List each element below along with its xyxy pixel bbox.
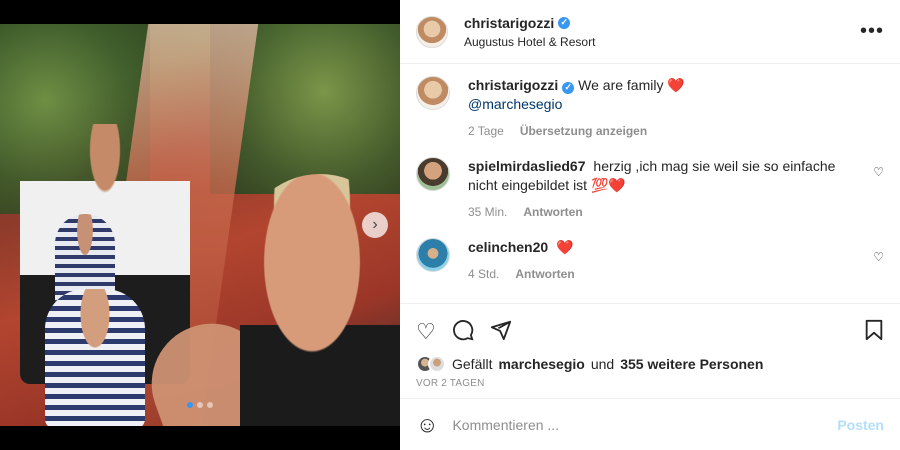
caption-emoji: ❤️ <box>667 77 685 93</box>
likes-prefix: Gefällt <box>452 356 493 372</box>
comment-meta: 35 Min. Antworten <box>468 203 856 222</box>
chevron-right-icon: › <box>372 216 378 233</box>
comment-like-icon[interactable]: ♡ <box>873 250 884 264</box>
comment-avatar[interactable] <box>416 157 450 191</box>
emoji-icon[interactable]: ☺ <box>416 412 438 438</box>
author-username[interactable]: christarigozzi ✓ <box>464 15 595 31</box>
post-location[interactable]: Augustus Hotel & Resort <box>464 35 595 49</box>
comment-body: spielmirdaslied67 herzig ,ich mag sie we… <box>468 157 884 222</box>
author-info: christarigozzi ✓ Augustus Hotel & Resort <box>464 15 595 49</box>
translate-link[interactable]: Übersetzung anzeigen <box>520 122 647 141</box>
comment-emoji: ❤️ <box>556 239 574 255</box>
caption-body: christarigozzi ✓ We are family ❤️ @marche… <box>468 76 884 141</box>
post-photo[interactable] <box>0 24 400 426</box>
comment-username[interactable]: celinchen20 <box>468 239 548 255</box>
comment-username[interactable]: spielmirdaslied67 <box>468 158 586 174</box>
post-timestamp[interactable]: VOR 2 TAGEN <box>416 378 884 398</box>
likes-user[interactable]: marchesegio <box>498 356 584 372</box>
comment-like-icon[interactable]: ♡ <box>873 165 884 179</box>
comment-meta: 4 Std. Antworten <box>468 265 856 284</box>
comment-item: spielmirdaslied67 herzig ,ich mag sie we… <box>416 157 884 222</box>
comment-input[interactable] <box>452 416 824 433</box>
likes-middle: und <box>590 356 615 372</box>
add-comment-bar: ☺ Posten <box>400 398 900 450</box>
likes-summary: Gefällt marchesegio und 355 weitere Pers… <box>416 352 884 376</box>
reply-button[interactable]: Antworten <box>515 265 574 284</box>
likes-others[interactable]: 355 weitere Personen <box>620 356 763 372</box>
carousel-dot <box>207 402 213 408</box>
share-icon[interactable] <box>490 319 512 345</box>
carousel-dot-active <box>187 402 193 408</box>
liker-avatar <box>428 355 446 373</box>
comment-time: 4 Std. <box>468 267 500 281</box>
caption-meta: 2 Tage Übersetzung anzeigen <box>468 122 884 141</box>
author-avatar[interactable] <box>416 15 448 48</box>
caption-mention[interactable]: @marchesegio <box>468 95 884 114</box>
comments-list: christarigozzi ✓ We are family ❤️ @marche… <box>400 64 900 303</box>
carousel-dots <box>0 402 400 408</box>
comment-item: celinchen20 ❤️ 4 Std. Antworten ♡ <box>416 238 884 284</box>
verified-badge-icon: ✓ <box>562 81 575 94</box>
instagram-post-dialog: › christarigozzi ✓ Augustus Hotel & Reso… <box>0 0 900 450</box>
caption: christarigozzi ✓ We are family ❤️ @marche… <box>416 76 884 141</box>
caption-username[interactable]: christarigozzi <box>468 77 558 93</box>
comment-avatar[interactable] <box>416 238 450 272</box>
reply-button[interactable]: Antworten <box>523 203 582 222</box>
more-options-icon[interactable]: ••• <box>860 20 884 43</box>
caption-text: We are family <box>578 77 664 93</box>
action-icons: ♡ <box>416 312 884 352</box>
post-comment-button[interactable]: Posten <box>837 417 884 433</box>
carousel-dot <box>197 402 203 408</box>
like-icon[interactable]: ♡ <box>416 321 436 343</box>
author-username-text: christarigozzi <box>464 14 555 31</box>
liker-avatars[interactable] <box>416 355 446 373</box>
comment-time: 35 Min. <box>468 205 508 219</box>
post-sidebar: christarigozzi ✓ Augustus Hotel & Resort… <box>400 0 900 450</box>
caption-time: 2 Tage <box>468 124 504 138</box>
photo-panel: › <box>0 0 400 450</box>
comment-icon[interactable] <box>452 319 474 345</box>
carousel-next-button[interactable]: › <box>362 212 388 238</box>
caption-avatar[interactable] <box>416 76 450 110</box>
comment-body: celinchen20 ❤️ 4 Std. Antworten <box>468 238 884 284</box>
post-header: christarigozzi ✓ Augustus Hotel & Resort… <box>400 0 900 64</box>
comment-emoji: 💯❤️ <box>590 177 626 193</box>
post-actions: ♡ Gefällt marchesegio und 355 weitere Pe… <box>400 303 900 398</box>
verified-badge-icon: ✓ <box>558 16 571 29</box>
bookmark-icon[interactable] <box>864 319 884 345</box>
